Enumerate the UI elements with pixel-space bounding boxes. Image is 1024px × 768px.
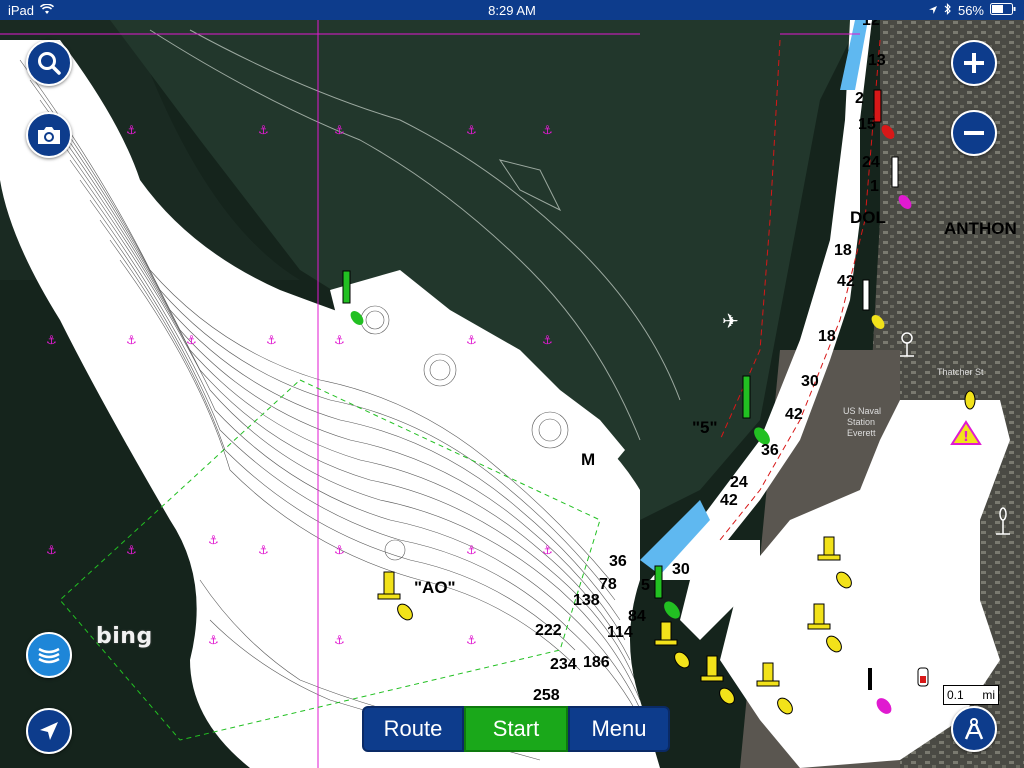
scale-unit: mi: [982, 688, 995, 702]
scale-value: 0.1: [947, 688, 964, 702]
camera-button[interactable]: [26, 112, 72, 158]
sounding: 258: [533, 687, 560, 704]
svg-text:⚓: ⚓: [258, 123, 269, 137]
map-label-m: M: [581, 450, 596, 469]
minus-icon: [962, 121, 986, 145]
wifi-icon: [39, 2, 55, 18]
sounding: 18: [834, 242, 852, 259]
red-buoy-icon: [917, 667, 929, 687]
start-button[interactable]: Start: [464, 706, 568, 752]
sounding: 42: [785, 406, 803, 423]
sounding: 222: [535, 622, 562, 639]
sounding: 234: [550, 656, 577, 673]
sounding: 42: [837, 273, 855, 290]
sounding: 186: [583, 654, 610, 671]
sounding: 24: [730, 474, 748, 491]
svg-text:US Naval: US Naval: [843, 406, 881, 416]
search-icon: [36, 50, 62, 76]
svg-text:⚓: ⚓: [266, 333, 277, 347]
svg-text:⚓: ⚓: [126, 543, 137, 557]
bluetooth-icon: [944, 2, 952, 18]
svg-text:Everett: Everett: [847, 428, 876, 438]
sounding: 13: [868, 52, 886, 69]
status-time: 8:29 AM: [488, 2, 536, 18]
zoom-in-button[interactable]: [951, 40, 997, 86]
svg-text:⚓: ⚓: [334, 333, 345, 347]
svg-text:⚓: ⚓: [258, 543, 269, 557]
device-name: iPad: [8, 2, 35, 18]
svg-text:✈: ✈: [722, 309, 739, 333]
sounding: 138: [573, 592, 600, 609]
navigation-arrow-icon: [37, 719, 61, 743]
sounding: 30: [801, 373, 819, 390]
svg-text:⚓: ⚓: [186, 333, 197, 347]
compass-icon: [961, 716, 987, 742]
map-label-five: "5": [692, 418, 718, 437]
svg-text:⚓: ⚓: [466, 633, 477, 647]
sounding: 78: [599, 576, 617, 593]
status-right: 56%: [928, 2, 1016, 18]
sounding: 24: [862, 154, 880, 171]
sounding: 30: [672, 561, 690, 578]
location-arrow-icon: [928, 3, 938, 18]
map-label-anthony: ANTHON: [944, 219, 1017, 238]
svg-text:⚓: ⚓: [466, 543, 477, 557]
bing-watermark: bing: [96, 624, 153, 649]
svg-text:⚓: ⚓: [466, 333, 477, 347]
sonar-button[interactable]: [26, 632, 72, 678]
svg-text:⚓: ⚓: [542, 333, 553, 347]
svg-text:⚓: ⚓: [208, 533, 219, 547]
compass-button[interactable]: [951, 706, 997, 752]
sounding: 42: [720, 492, 738, 509]
svg-text:⚓: ⚓: [466, 123, 477, 137]
sounding: 18: [818, 328, 836, 345]
svg-text:Thatcher St: Thatcher St: [937, 367, 984, 377]
bottom-action-bar: Route Start Menu: [362, 706, 670, 752]
map-label-ao: "AO": [414, 578, 456, 597]
plus-icon: [962, 51, 986, 75]
zoom-out-button[interactable]: [951, 110, 997, 156]
camera-icon: [36, 124, 62, 146]
svg-text:⚓: ⚓: [334, 543, 345, 557]
sounding: 1: [870, 178, 879, 195]
battery-icon: [990, 2, 1016, 18]
sounding: 5: [641, 577, 650, 594]
svg-text:⚓: ⚓: [542, 123, 553, 137]
svg-text:⚓: ⚓: [46, 333, 57, 347]
status-bar: iPad 8:29 AM 56%: [0, 0, 1024, 20]
svg-text:⚓: ⚓: [126, 123, 137, 137]
airplane-icon: ✈: [722, 309, 739, 333]
svg-text:Station: Station: [847, 417, 875, 427]
svg-text:⚓: ⚓: [126, 333, 137, 347]
search-button[interactable]: [26, 40, 72, 86]
svg-text:⚓: ⚓: [334, 633, 345, 647]
sounding: 2: [855, 90, 864, 107]
sounding: 36: [609, 553, 627, 570]
sounding: 15: [858, 116, 876, 133]
sonar-waves-icon: [36, 643, 62, 667]
route-button[interactable]: Route: [362, 706, 464, 752]
menu-button[interactable]: Menu: [568, 706, 670, 752]
scale-bar: 0.1 mi: [943, 685, 999, 705]
battery-percent: 56%: [957, 2, 984, 18]
sounding: 114: [607, 624, 633, 641]
map-label-dol: DOL: [850, 208, 886, 227]
sounding: 36: [761, 442, 779, 459]
svg-text:⚓: ⚓: [46, 543, 57, 557]
svg-text:⚓: ⚓: [542, 543, 553, 557]
svg-text:!: !: [963, 430, 969, 445]
svg-text:⚓: ⚓: [334, 123, 345, 137]
status-left: iPad: [8, 2, 55, 18]
svg-text:⚓: ⚓: [208, 633, 219, 647]
location-button[interactable]: [26, 708, 72, 754]
